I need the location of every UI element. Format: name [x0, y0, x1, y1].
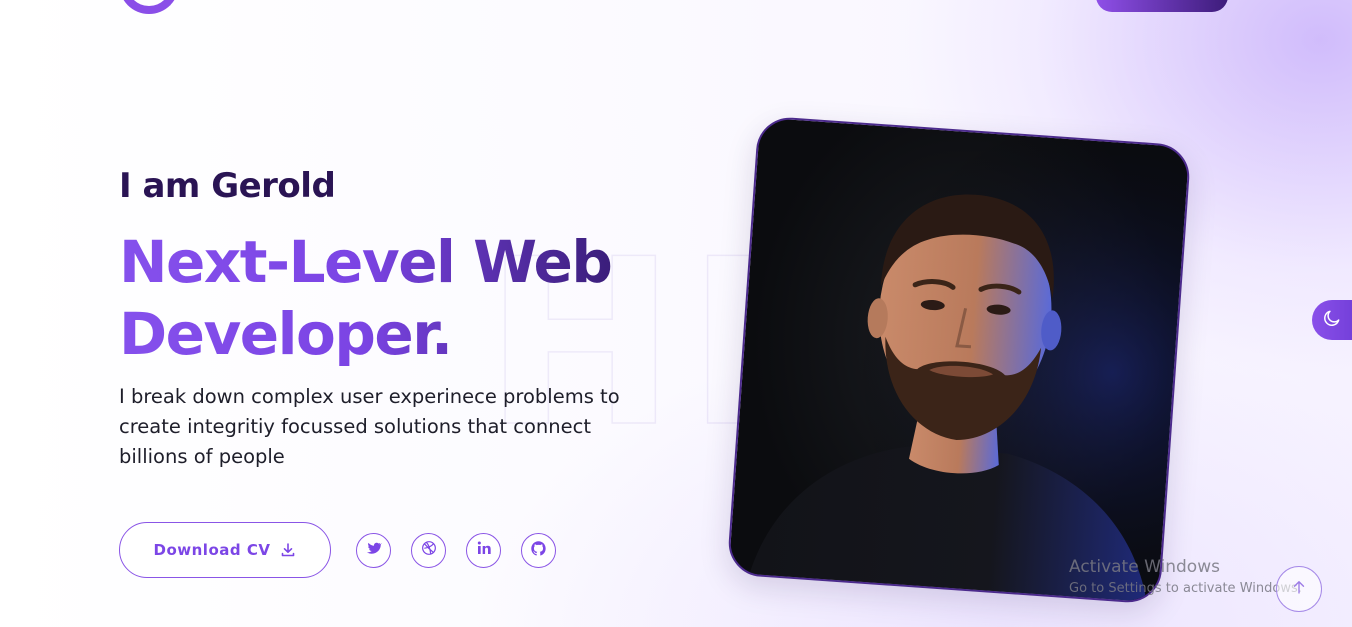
hero-headline: Next-Level Web Developer. — [119, 226, 659, 370]
scroll-to-top-button[interactable] — [1276, 566, 1322, 612]
twitter-icon — [366, 540, 382, 560]
dribbble-icon — [421, 540, 437, 560]
portrait-illustration — [728, 117, 1192, 605]
hero-section: I am Gerold Next-Level Web Developer. I … — [119, 164, 679, 472]
windows-activation-watermark: Activate Windows Go to Settings to activ… — [1069, 556, 1302, 600]
hero-description: I break down complex user experinece pro… — [119, 385, 620, 468]
download-cv-button[interactable]: Download CV — [119, 522, 331, 578]
download-cv-label: Download CV — [153, 541, 271, 559]
dribbble-link[interactable] — [411, 532, 446, 568]
hero-intro: I am Gerold — [119, 166, 336, 206]
profile-photo — [726, 115, 1192, 605]
github-link[interactable] — [521, 532, 556, 568]
linkedin-link[interactable] — [466, 532, 501, 568]
activation-title: Activate Windows — [1069, 557, 1220, 577]
hero-actions: Download CV — [119, 522, 556, 578]
github-icon — [530, 540, 547, 561]
social-links — [356, 532, 556, 568]
header-cta-button[interactable] — [1096, 0, 1228, 12]
twitter-link[interactable] — [356, 532, 391, 568]
linkedin-icon — [476, 540, 492, 560]
activation-subtitle: Go to Settings to activate Windows. — [1069, 581, 1302, 596]
arrow-up-icon — [1290, 578, 1308, 600]
download-icon — [280, 542, 296, 558]
moon-icon — [1322, 308, 1342, 332]
theme-toggle-button[interactable] — [1312, 300, 1352, 340]
